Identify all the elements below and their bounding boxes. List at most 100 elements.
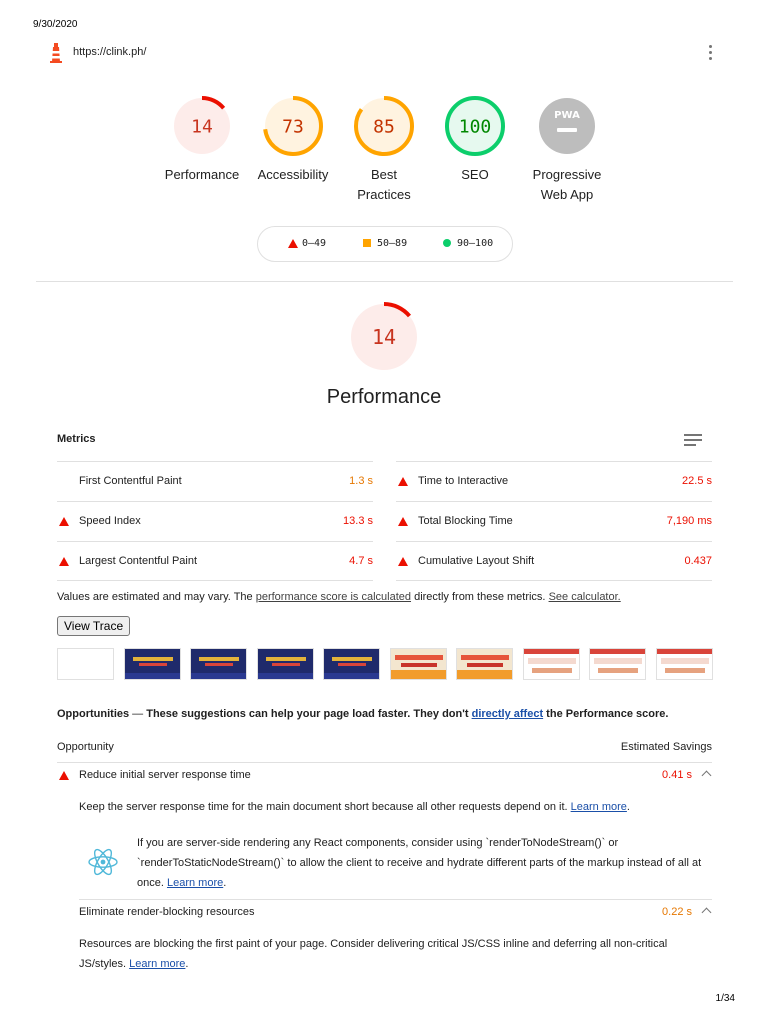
learn-more-link[interactable]: Learn more bbox=[167, 877, 223, 889]
gauge-label-line: Practices bbox=[357, 187, 411, 202]
chevron-up-icon[interactable] bbox=[701, 770, 712, 781]
view-trace-button[interactable]: View Trace bbox=[57, 616, 131, 636]
opportunities-text-end: the Performance score. bbox=[543, 708, 669, 720]
audit-title[interactable]: Reduce initial server response time bbox=[79, 769, 251, 781]
pass-circle-icon bbox=[443, 239, 451, 247]
audit-description: Resources are blocking the first paint o… bbox=[79, 934, 709, 974]
filmstrip-frame bbox=[57, 648, 114, 680]
gauge-seo[interactable]: 100 SEO bbox=[435, 94, 515, 185]
opportunities-dash: — bbox=[129, 708, 147, 720]
metric-name: Total Blocking Time bbox=[418, 515, 513, 527]
gauge-background bbox=[539, 98, 595, 154]
filmstrip-frame bbox=[256, 648, 314, 680]
learn-more-link[interactable]: Learn more bbox=[571, 801, 627, 813]
values-note-text: Values are estimated and may vary. The bbox=[57, 591, 256, 603]
filmstrip-frame bbox=[123, 648, 181, 680]
gauge-accessibility[interactable]: 73 Accessibility bbox=[253, 94, 333, 185]
legend-pass: 90–100 bbox=[443, 238, 493, 249]
fail-triangle-icon bbox=[398, 557, 408, 566]
metric-value: 0.437 bbox=[684, 555, 712, 567]
filmstrip-frame bbox=[323, 648, 380, 680]
score-calculated-link[interactable]: performance score is calculated bbox=[256, 591, 411, 603]
fail-triangle-icon bbox=[398, 477, 408, 486]
values-note-text-2: directly from these metrics. bbox=[411, 591, 549, 603]
audit-description-end: . bbox=[185, 958, 189, 970]
lighthouse-icon bbox=[50, 43, 62, 63]
metric-row: First Contentful Paint 1.3 s bbox=[57, 461, 373, 501]
audit-render-blocking: Eliminate render-blocking resources 0.22… bbox=[57, 906, 712, 976]
opportunity-columns: Opportunity Estimated Savings bbox=[57, 741, 712, 763]
filmstrip-frame bbox=[655, 648, 713, 680]
opportunity-col-header: Opportunity bbox=[57, 741, 114, 753]
gauge-performance[interactable]: 14 Performance bbox=[162, 94, 242, 185]
react-hint-text: If you are server-side rendering any Rea… bbox=[137, 833, 707, 893]
learn-more-link[interactable]: Learn more bbox=[129, 958, 185, 970]
page-url[interactable]: https://clink.ph/ bbox=[73, 46, 146, 58]
print-page-number: 1/34 bbox=[715, 993, 735, 1004]
gauge-ring: 14 bbox=[172, 96, 232, 156]
performance-gauge-large[interactable]: 14 bbox=[347, 300, 421, 374]
metric-row: Total Blocking Time 7,190 ms bbox=[396, 501, 712, 541]
gauge-label-line: SEO bbox=[461, 167, 489, 182]
metrics-left-column: First Contentful Paint 1.3 s Speed Index 13… bbox=[57, 461, 373, 581]
filmstrip-frame bbox=[522, 648, 580, 680]
gauge-ring: 85 bbox=[354, 96, 414, 156]
metric-value: 13.3 s bbox=[343, 515, 373, 527]
savings-col-header: Estimated Savings bbox=[620, 741, 712, 753]
fail-triangle-icon bbox=[59, 557, 69, 566]
see-calculator-link[interactable]: See calculator. bbox=[549, 591, 621, 603]
gauge-label: Best Practices bbox=[344, 165, 424, 205]
gauge-label-line: Web App bbox=[540, 187, 594, 202]
filmstrip bbox=[57, 648, 713, 680]
chevron-up-icon[interactable] bbox=[701, 907, 712, 918]
audit-description-end: . bbox=[626, 801, 630, 813]
audit-server-response: Reduce initial server response time 0.41… bbox=[57, 769, 712, 819]
gauge-best[interactable]: 85 Best Practices bbox=[344, 94, 424, 205]
fail-triangle-icon bbox=[288, 239, 298, 248]
url-bar: https://clink.ph/ bbox=[47, 42, 727, 64]
audit-savings: 0.22 s bbox=[662, 906, 692, 918]
metric-name: Largest Contentful Paint bbox=[79, 555, 198, 567]
average-square-icon bbox=[363, 239, 371, 247]
filmstrip-frame bbox=[190, 648, 247, 680]
metric-value: 22.5 s bbox=[682, 475, 712, 487]
gauge-pwa[interactable]: PWA Progressive Web App bbox=[527, 94, 607, 205]
gauge-label-line: Accessibility bbox=[257, 167, 329, 182]
react-icon bbox=[88, 848, 118, 876]
metric-value: 1.3 s bbox=[349, 475, 373, 487]
audit-description: Keep the server response time for the ma… bbox=[79, 797, 709, 817]
legend-average: 50–89 bbox=[363, 238, 408, 249]
gauge-label-line: Best bbox=[370, 167, 397, 182]
metric-row: Largest Contentful Paint 4.7 s bbox=[57, 541, 373, 581]
score-legend: 0–49 50–89 90–100 bbox=[257, 226, 513, 262]
gauge-label: SEO bbox=[435, 165, 515, 185]
metric-name: Speed Index bbox=[79, 515, 141, 527]
gauge-label: Progressive Web App bbox=[527, 165, 607, 205]
legend-fail: 0–49 bbox=[288, 238, 327, 249]
metric-row: Cumulative Layout Shift 0.437 bbox=[396, 541, 712, 581]
fail-triangle-icon bbox=[59, 771, 69, 780]
opportunities-heading: Opportunities bbox=[57, 708, 130, 720]
audit-title[interactable]: Eliminate render-blocking resources bbox=[79, 906, 254, 918]
kebab-menu-icon[interactable] bbox=[707, 45, 713, 61]
metrics-toggle-icon[interactable] bbox=[684, 434, 702, 449]
section-divider bbox=[36, 281, 733, 282]
gauge-label: Performance bbox=[162, 165, 242, 185]
gauge-label-line: Performance bbox=[164, 167, 240, 182]
metrics-heading: Metrics bbox=[57, 433, 96, 445]
metric-name: First Contentful Paint bbox=[79, 475, 182, 487]
gauge-score: 14 bbox=[191, 116, 213, 137]
values-note: Values are estimated and may vary. The p… bbox=[57, 591, 621, 603]
metric-row: Time to Interactive 22.5 s bbox=[396, 461, 712, 501]
gauge-score: 100 bbox=[459, 116, 492, 137]
filmstrip-frame bbox=[389, 648, 447, 680]
audit-divider bbox=[79, 899, 712, 900]
metric-name: Cumulative Layout Shift bbox=[418, 555, 535, 567]
legend-fail-range: 0–49 bbox=[302, 238, 327, 249]
directly-affect-link[interactable]: directly affect bbox=[472, 708, 544, 720]
print-date: 9/30/2020 bbox=[33, 19, 78, 30]
performance-title: Performance bbox=[326, 386, 442, 408]
legend-average-range: 50–89 bbox=[377, 238, 408, 249]
metric-value: 7,190 ms bbox=[666, 515, 712, 527]
gauge-ring: PWA bbox=[539, 98, 595, 154]
